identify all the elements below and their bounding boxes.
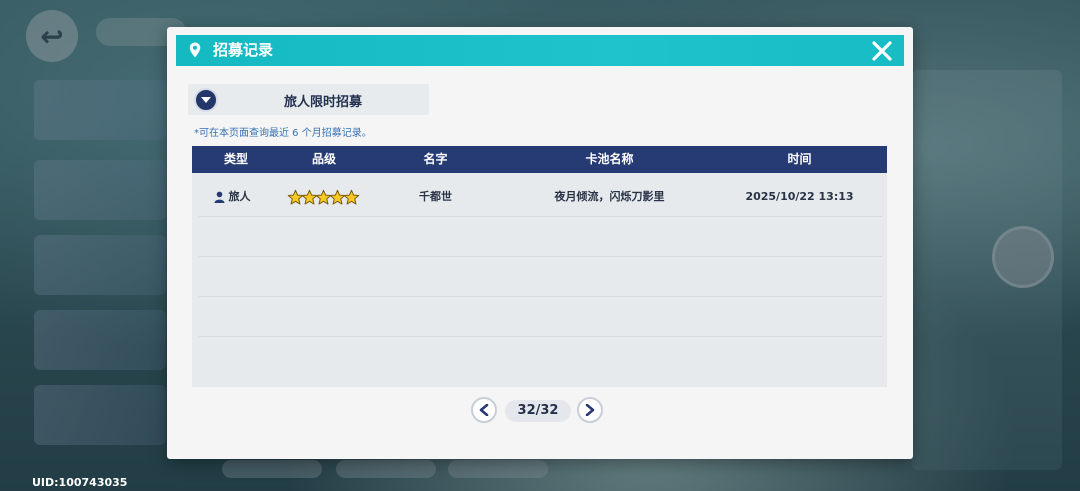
star-icon [343, 189, 360, 205]
table-row [199, 257, 882, 297]
pagination: 32/32 [471, 397, 603, 425]
table-header: 类型 品级 名字 卡池名称 时间 [192, 146, 887, 173]
dialog-header: 招募记录 [176, 35, 904, 66]
column-header-time: 时间 [787, 152, 812, 166]
row-pool: 夜月倾流，闪烁刀影里 [554, 190, 665, 203]
column-header-type: 类型 [223, 152, 248, 166]
row-type-cell: 旅人 [199, 177, 265, 217]
chevron-right-icon [585, 404, 595, 416]
close-icon[interactable] [870, 39, 894, 63]
row-name: 千都世 [419, 190, 452, 203]
page-indicator: 32/32 [505, 400, 571, 422]
chevron-down-icon [194, 88, 218, 112]
row-type: 旅人 [228, 190, 251, 203]
table-row [199, 337, 882, 377]
table-row [199, 217, 882, 257]
rarity-stars [281, 177, 369, 217]
table-row [199, 297, 882, 337]
banner-type-label: 旅人限时招募 [283, 95, 362, 110]
prev-page-button[interactable] [471, 397, 497, 423]
column-header-pool: 卡池名称 [585, 152, 634, 166]
map-pin-icon [189, 42, 201, 58]
uid-label: UID:100743035 [32, 476, 128, 489]
history-hint-text: *可在本页面查询最近 6 个月招募记录。 [194, 128, 372, 139]
recruit-history-table: 类型 品级 名字 卡池名称 时间 旅人 千都世 夜月倾流，闪烁刀影里 2025/… [192, 146, 887, 387]
recruit-history-dialog: 招募记录 旅人限时招募 *可在本页面查询最近 6 个月招募记录。 类型 品级 名… [167, 27, 913, 459]
column-header-name: 名字 [423, 152, 448, 166]
row-time: 2025/10/22 13:13 [745, 190, 854, 203]
person-icon [214, 191, 224, 203]
banner-type-dropdown[interactable]: 旅人限时招募 [188, 84, 429, 115]
dialog-title: 招募记录 [213, 41, 274, 59]
chevron-left-icon [479, 404, 489, 416]
next-page-button[interactable] [577, 397, 603, 423]
table-row: 旅人 千都世 夜月倾流，闪烁刀影里 2025/10/22 13:13 [199, 177, 882, 217]
column-header-rarity: 品级 [311, 152, 336, 166]
